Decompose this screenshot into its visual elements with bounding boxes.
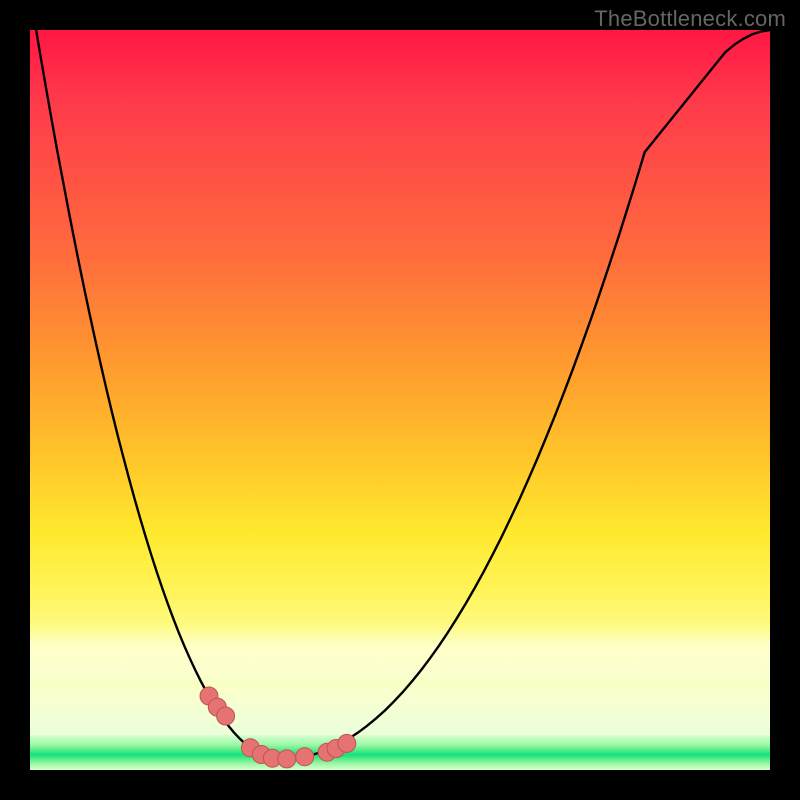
plot-area	[30, 30, 770, 770]
data-marker	[278, 750, 296, 768]
bottleneck-curve	[30, 30, 770, 759]
data-marker	[296, 748, 314, 766]
data-marker	[338, 734, 356, 752]
curve-markers	[200, 687, 356, 768]
curve-layer	[30, 30, 770, 770]
data-marker	[217, 707, 235, 725]
watermark-text: TheBottleneck.com	[594, 6, 786, 32]
chart-frame: TheBottleneck.com	[0, 0, 800, 800]
